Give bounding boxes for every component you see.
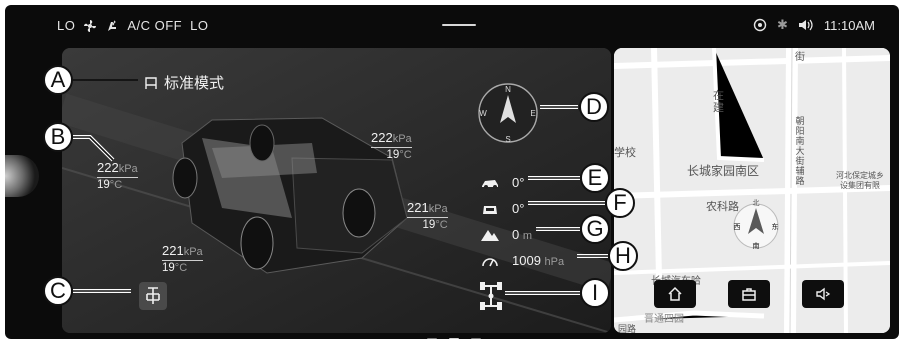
drivetrain-icon[interactable]	[479, 280, 503, 312]
tire-front-left: 222kPa 19°C	[97, 160, 138, 191]
vehicle-pitch-icon	[482, 179, 498, 189]
tire-pressure-value: 221	[162, 243, 184, 258]
current-location-marker: 北 西 东 南	[733, 199, 779, 250]
pitch-angle: 0°	[480, 175, 524, 190]
svg-text:北: 北	[753, 199, 760, 207]
navigation-map[interactable]: 在建 学校 长城家园南区 农科路 长城汽车哈 河北保定城乡 设集团有限 晋通四园…	[614, 48, 890, 333]
tire-rear-left: 221kPa 19°C	[162, 243, 203, 274]
diff-lock-icon	[146, 287, 160, 304]
speaker-icon	[816, 287, 831, 301]
side-drawer-tab[interactable]	[5, 155, 39, 197]
map-label: 园路	[618, 324, 637, 333]
climate-status[interactable]: LO A/C OFF LO	[57, 18, 208, 33]
svg-text:W: W	[479, 109, 487, 118]
callout-h: H	[608, 241, 638, 271]
altitude: 0 m	[480, 227, 532, 242]
callout-i: I	[580, 278, 610, 308]
tire-pressure-unit: kPa	[392, 133, 412, 145]
clock: 11:10AM	[823, 17, 875, 33]
callout-b: B	[43, 122, 73, 152]
differential-lock-button[interactable]	[139, 282, 167, 310]
tire-pressure-unit: kPa	[183, 246, 203, 258]
tire-temp: 19°C	[371, 147, 412, 161]
volume-icon	[798, 19, 813, 31]
callout-c: C	[43, 276, 73, 306]
airflow-seat-icon	[108, 20, 117, 31]
ac-status: A/C OFF	[127, 18, 183, 33]
callout-f: F	[605, 188, 635, 218]
tire-temp: 19°C	[162, 260, 203, 274]
map-label: 街	[795, 52, 805, 63]
map-street-label: 朝阳南大街辅路	[795, 116, 805, 186]
vehicle-status-panel: 标准模式 222kPa 19°C 222kPa 19°C 221kPa 19°C…	[62, 48, 611, 333]
svg-text:南: 南	[753, 241, 760, 250]
page-dot[interactable]	[471, 338, 481, 339]
tire-pressure-unit: kPa	[118, 163, 138, 175]
gauge-icon	[482, 257, 498, 266]
air-pressure: 1009 hPa	[480, 253, 564, 268]
svg-text:东: 东	[772, 222, 779, 231]
mountain-icon	[481, 229, 499, 241]
tire-temp: 19°C	[407, 217, 448, 231]
vehicle-roll-icon	[483, 205, 497, 214]
callout-e: E	[580, 163, 610, 193]
fan-icon	[84, 19, 97, 32]
car-display: LO A/C OFF LO ✱ 11:10AM 标准模式 222kPa 19°C…	[5, 5, 899, 339]
roll-angle: 0°	[480, 201, 524, 216]
tire-rear-right: 221kPa 19°C	[407, 200, 448, 231]
home-button[interactable]	[654, 280, 696, 308]
page-dot[interactable]	[427, 338, 437, 339]
status-bar: LO A/C OFF LO ✱ 11:10AM	[5, 5, 899, 45]
tire-pressure-value: 221	[407, 200, 429, 215]
svg-text:西: 西	[734, 223, 741, 231]
map-label: 长城家园南区	[687, 164, 760, 178]
page-dot-active[interactable]	[449, 338, 459, 339]
drive-mode[interactable]: 标准模式	[144, 72, 224, 93]
callout-d: D	[579, 92, 609, 122]
system-status: ✱ 11:10AM	[753, 17, 875, 33]
drive-mode-label: 标准模式	[164, 75, 225, 92]
drive-mode-icon	[145, 76, 157, 89]
tire-pressure-unit: kPa	[428, 203, 448, 215]
page-indicator	[427, 338, 481, 339]
home-icon	[668, 286, 682, 301]
bluetooth-icon: ✱	[777, 17, 788, 32]
fan-level-right: LO	[190, 18, 209, 33]
toolbox-icon	[742, 288, 756, 301]
svg-text:N: N	[505, 85, 511, 94]
tire-front-right: 222kPa 19°C	[371, 130, 412, 161]
tire-temp: 19°C	[97, 177, 138, 191]
callout-a: A	[43, 65, 73, 95]
map-label: 设集团有限	[840, 181, 880, 190]
toolbox-button[interactable]	[728, 280, 770, 308]
voice-button[interactable]	[802, 280, 844, 308]
compass: N E S W	[478, 83, 538, 144]
tire-pressure-value: 222	[97, 160, 119, 175]
tire-pressure-value: 222	[371, 130, 393, 145]
callout-g: G	[580, 214, 610, 244]
map-label: 晋通四园	[644, 314, 684, 325]
wifi-hotspot-icon	[753, 18, 767, 32]
pull-down-handle[interactable]	[442, 24, 476, 26]
fan-level-left: LO	[57, 18, 76, 33]
svg-text:E: E	[530, 109, 535, 118]
svg-text:S: S	[505, 135, 510, 144]
map-label: 学校	[614, 147, 636, 159]
map-label: 在建	[713, 90, 724, 114]
